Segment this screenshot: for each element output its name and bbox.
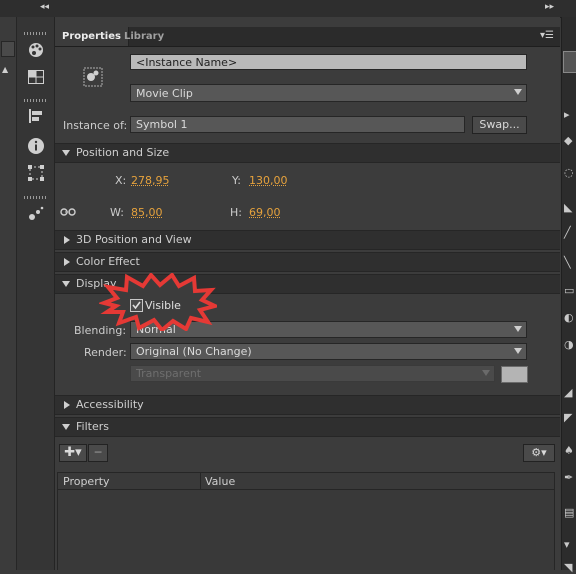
visible-label: Visible: [145, 299, 181, 312]
background-select-disabled: Transparent: [130, 365, 495, 382]
section-title: Filters: [76, 420, 109, 433]
column-value: Value: [205, 475, 235, 488]
tool-icon[interactable]: ◥: [564, 562, 576, 574]
selection-tool-icon[interactable]: [563, 51, 576, 73]
panel-top-strip: ◂◂ ▸▸: [0, 0, 576, 18]
visible-checkbox[interactable]: [130, 299, 143, 312]
chevron-down-icon: [514, 348, 522, 354]
collapse-right-icon[interactable]: ▸▸: [545, 2, 554, 12]
section-title: Position and Size: [76, 146, 169, 159]
render-label: Render:: [84, 346, 127, 359]
movie-clip-symbol-icon: [83, 67, 103, 87]
tab-library[interactable]: Library: [117, 27, 171, 46]
render-select[interactable]: Original (No Change): [130, 343, 527, 360]
section-title: Color Effect: [76, 255, 140, 268]
swatches-grid-icon[interactable]: [25, 68, 47, 90]
w-value[interactable]: 85,00: [131, 206, 163, 219]
filter-settings-button[interactable]: ⚙▾: [523, 444, 555, 462]
panel-icon-column: [17, 17, 55, 570]
tool-icon[interactable]: ◆: [564, 135, 576, 147]
minus-icon: ━: [95, 446, 102, 459]
gear-icon: ⚙▾: [531, 446, 546, 459]
align-icon[interactable]: [25, 108, 47, 130]
section-position-size[interactable]: Position and Size: [55, 143, 560, 163]
section-color-effect[interactable]: Color Effect: [55, 252, 560, 272]
expand-arrow-icon: [62, 150, 70, 156]
tool-icon[interactable]: ▸: [564, 109, 576, 121]
collapsed-arrow-icon: [64, 401, 70, 409]
h-label: H:: [230, 206, 242, 219]
collapsed-arrow-icon: [64, 258, 70, 266]
transform-icon[interactable]: [25, 165, 47, 187]
grip-icon[interactable]: [24, 196, 46, 199]
tool-icon[interactable]: ▾: [564, 539, 576, 551]
tool-icon[interactable]: ◢: [564, 387, 576, 399]
render-value: Original (No Change): [136, 345, 252, 358]
background-value: Transparent: [136, 367, 201, 380]
filters-table-header: Property Value: [57, 472, 555, 490]
info-icon[interactable]: [25, 137, 47, 159]
remove-filter-button[interactable]: ━: [88, 444, 108, 462]
grip-icon[interactable]: [24, 32, 46, 35]
tool-icon[interactable]: ▤: [564, 507, 576, 519]
chevron-down-icon: [514, 326, 522, 332]
add-filter-button[interactable]: ✚▾: [59, 444, 87, 462]
strip-arrow-icon[interactable]: ▲: [2, 65, 8, 74]
section-3d-position[interactable]: 3D Position and View: [55, 230, 560, 250]
expand-arrow-icon: [62, 424, 70, 430]
symbol-type-select[interactable]: Movie Clip: [130, 84, 527, 102]
tool-icon[interactable]: ╲: [564, 257, 576, 269]
tool-icon[interactable]: ✒: [564, 472, 576, 484]
column-property: Property: [63, 475, 110, 488]
y-value[interactable]: 130,00: [249, 174, 288, 187]
collapse-left-icon[interactable]: ◂◂: [40, 2, 49, 12]
section-title: Accessibility: [76, 398, 144, 411]
strip-handle[interactable]: [1, 41, 15, 57]
symbol-type-value: Movie Clip: [136, 87, 193, 100]
properties-panel: Properties Library ▾☰ <Instance Name> Mo…: [55, 17, 560, 570]
plus-icon: ✚▾: [64, 445, 81, 460]
h-value[interactable]: 69,00: [249, 206, 281, 219]
section-filters[interactable]: Filters: [55, 417, 560, 437]
tool-icon[interactable]: ▭: [564, 285, 576, 297]
filters-table-body: [57, 490, 555, 570]
instance-of-field[interactable]: Symbol 1: [130, 116, 465, 133]
section-accessibility[interactable]: Accessibility: [55, 395, 560, 415]
chevron-down-icon: [482, 370, 490, 376]
section-title: 3D Position and View: [76, 233, 192, 246]
tool-icon[interactable]: ♠: [564, 445, 576, 457]
x-label: X:: [115, 174, 126, 187]
swap-button[interactable]: Swap...: [472, 116, 527, 134]
color-palette-icon[interactable]: [25, 41, 47, 63]
motion-presets-icon[interactable]: [25, 205, 47, 227]
tool-icon[interactable]: ◑: [564, 339, 576, 351]
collapsed-arrow-icon: [64, 236, 70, 244]
w-label: W:: [110, 206, 124, 219]
tool-icon[interactable]: ◌: [564, 167, 576, 179]
grip-icon[interactable]: [24, 99, 46, 102]
tool-icon[interactable]: ◐: [564, 312, 576, 324]
left-panel-strip: ▲: [0, 17, 17, 570]
background-color-swatch: [501, 366, 528, 383]
tool-icon[interactable]: ◣: [564, 202, 576, 214]
x-value[interactable]: 278,95: [131, 174, 170, 187]
instance-name-input[interactable]: <Instance Name>: [130, 54, 527, 70]
tool-icon[interactable]: ╱: [564, 227, 576, 239]
y-label: Y:: [232, 174, 241, 187]
column-divider: [200, 473, 201, 489]
expand-arrow-icon: [62, 281, 70, 287]
tool-icon[interactable]: ◤: [564, 412, 576, 424]
chevron-down-icon: [514, 89, 522, 95]
instance-of-label: Instance of:: [63, 119, 127, 132]
right-toolbar: ▸ ◆ ◌ ◣ ╱ ╲ ▭ ◐ ◑ ◢ ◤ ♠ ✒ ▤ ▾ ◥: [561, 17, 576, 570]
panel-menu-icon[interactable]: ▾☰: [540, 30, 554, 41]
panel-tabs: Properties Library ▾☰: [55, 27, 560, 47]
lock-proportions-link-icon[interactable]: [60, 206, 76, 218]
